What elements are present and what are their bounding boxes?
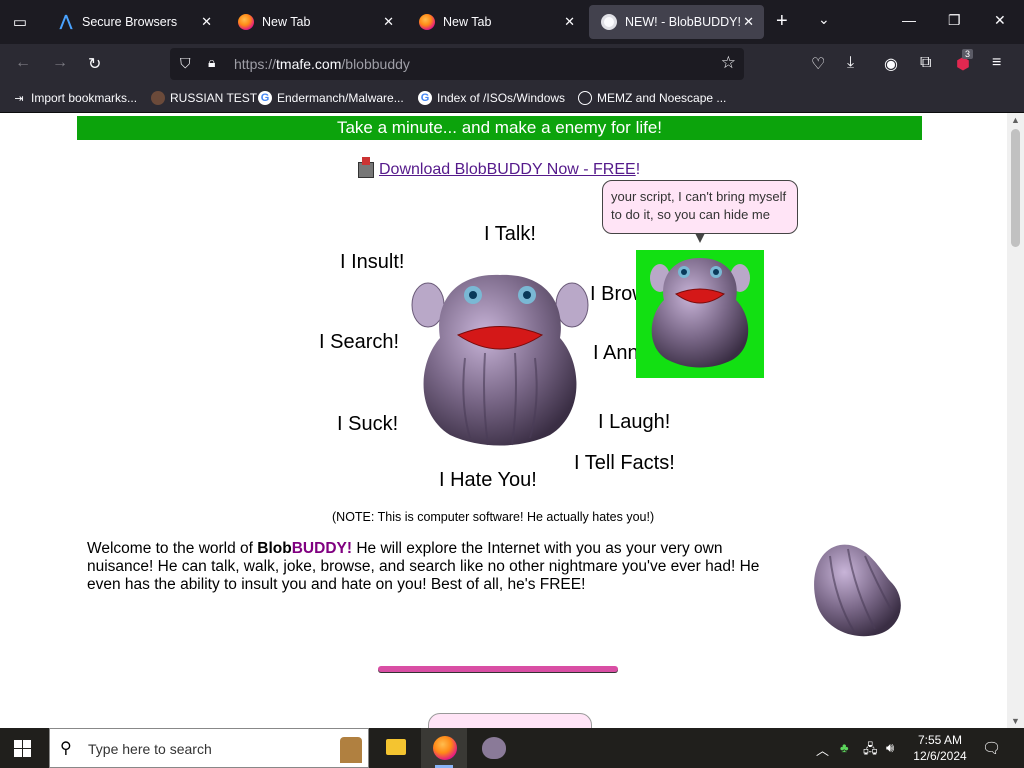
download-disk-icon xyxy=(358,157,374,178)
vertical-scrollbar[interactable]: ▲ ▼ xyxy=(1007,113,1024,728)
blob-body-image xyxy=(814,544,901,637)
firefox-app[interactable] xyxy=(421,728,467,768)
secure-browsers-icon: ⋀ xyxy=(59,13,73,30)
tab-bar: ▭ ⋀ Secure Browsers ✕ New Tab ✕ New Tab … xyxy=(0,0,1024,44)
feature-search: I Search! xyxy=(319,331,400,353)
account-icon[interactable]: ◉ xyxy=(884,54,898,74)
tray-app-icon[interactable]: ♣ xyxy=(840,740,849,755)
network-icon[interactable]: 🖧︎ xyxy=(863,740,878,762)
close-icon[interactable]: ✕ xyxy=(564,14,575,30)
scroll-thumb[interactable] xyxy=(1011,129,1020,247)
windows-start-icon[interactable] xyxy=(14,740,31,757)
minimize-icon[interactable]: — xyxy=(902,12,916,28)
url-bar[interactable]: ⛉ 🔒︎ https://tmafe.com/blobbuddy ☆ xyxy=(170,48,744,80)
tray-chevron-up-icon[interactable]: ︿ xyxy=(816,740,829,759)
firefox-icon xyxy=(419,14,435,30)
blobbuddy-icon xyxy=(482,737,506,759)
blobbuddy-app[interactable] xyxy=(470,728,516,768)
bookmark-star-icon[interactable]: ☆ xyxy=(721,53,736,73)
page-viewport: Take a minute... and make a enemy for li… xyxy=(0,113,1024,728)
tracking-shield-icon[interactable]: ⛉ xyxy=(180,55,191,72)
download-link[interactable]: Download BlobBUDDY Now - FREE! xyxy=(358,157,640,179)
welcome-paragraph: Welcome to the world of BlobBUDDY! He wi… xyxy=(87,540,760,593)
firefox-icon xyxy=(238,14,254,30)
taskbar-clock[interactable]: 7:55 AM 12/6/2024 xyxy=(912,732,968,764)
firefox-icon xyxy=(433,736,457,760)
feature-suck: I Suck! xyxy=(337,413,399,435)
extension-badge: 3 xyxy=(962,49,974,59)
blobbuddy-character-image xyxy=(411,274,589,446)
hamburger-menu-icon[interactable]: ≡ xyxy=(992,54,1001,72)
bookmark-endermanch[interactable]: G Endermanch/Malware... xyxy=(258,91,404,105)
feature-laugh: I Laugh! xyxy=(598,411,671,433)
import-icon: ⇥ xyxy=(14,92,24,105)
globe-icon xyxy=(578,91,592,105)
restore-icon[interactable]: ❐ xyxy=(948,12,961,29)
tab-blobbuddy[interactable]: NEW! - BlobBUDDY! ✕ xyxy=(589,5,764,39)
tab-title: New Tab xyxy=(443,15,492,29)
extensions-icon[interactable]: ⧉ xyxy=(920,54,931,72)
tab-title: Secure Browsers xyxy=(82,15,178,29)
taskbar-search-box[interactable]: ⚲ Type here to search xyxy=(49,728,369,768)
tab-title: NEW! - BlobBUDDY! xyxy=(625,15,741,29)
scroll-up-icon[interactable]: ▲ xyxy=(1011,115,1020,125)
download-icon[interactable]: ⤓ xyxy=(847,54,854,72)
bookmarks-bar: ⇥ Import bookmarks... RUSSIAN TEST G End… xyxy=(0,84,1024,113)
note-text: (NOTE: This is computer software! He act… xyxy=(332,510,655,524)
close-icon[interactable]: ✕ xyxy=(383,14,394,30)
russian-test-icon xyxy=(151,91,165,105)
pink-pill-box xyxy=(428,713,592,728)
close-icon[interactable]: ✕ xyxy=(743,14,754,30)
url-text[interactable]: https://tmafe.com/blobbuddy xyxy=(234,56,410,72)
firefox-view-icon[interactable]: ▭ xyxy=(8,10,32,34)
search-placeholder: Type here to search xyxy=(88,741,212,757)
bookmark-russian-test[interactable]: RUSSIAN TEST xyxy=(151,91,257,105)
blobbuddy-icon xyxy=(601,14,617,30)
close-icon[interactable]: ✕ xyxy=(201,14,212,30)
scroll-down-icon[interactable]: ▼ xyxy=(1011,716,1020,726)
feature-insult: I Insult! xyxy=(340,251,405,273)
feature-facts: I Tell Facts! xyxy=(574,452,675,474)
feature-hate: I Hate You! xyxy=(439,469,537,491)
blobbuddy-mini-image xyxy=(636,250,764,378)
pocket-icon[interactable]: ♡ xyxy=(811,54,825,74)
feature-talk: I Talk! xyxy=(484,223,536,245)
chevron-down-icon[interactable]: ⌄ xyxy=(818,11,830,28)
bookmark-import[interactable]: ⇥ Import bookmarks... xyxy=(12,91,137,105)
tab-secure-browsers[interactable]: ⋀ Secure Browsers ✕ xyxy=(46,5,222,39)
folder-icon xyxy=(386,739,406,755)
lock-icon[interactable]: 🔒︎ xyxy=(208,54,215,71)
notification-icon[interactable]: 🗨︎ xyxy=(982,739,1001,757)
tab-title: New Tab xyxy=(262,15,311,29)
bookmark-memz[interactable]: MEMZ and Noescape ... xyxy=(578,91,726,105)
tab-new-tab-2[interactable]: New Tab ✕ xyxy=(407,5,585,39)
taskbar: ⚲ Type here to search ︿ ♣ 🖧︎ 🔊︎ 7:55 AM … xyxy=(0,728,1024,768)
forward-arrow-icon[interactable]: → xyxy=(52,54,68,72)
reload-icon[interactable]: ↻ xyxy=(88,54,101,74)
divider-bar xyxy=(378,666,618,672)
new-tab-plus-icon[interactable]: + xyxy=(776,11,788,31)
download-link-text[interactable]: Download BlobBUDDY Now - FREE xyxy=(379,161,636,179)
tab-new-tab-1[interactable]: New Tab ✕ xyxy=(226,5,404,39)
bookmark-isos[interactable]: G Index of /ISOs/Windows xyxy=(418,91,565,105)
nav-bar: ← → ↻ ⛉ 🔒︎ https://tmafe.com/blobbuddy ☆… xyxy=(0,44,1024,84)
back-arrow-icon[interactable]: ← xyxy=(15,54,31,72)
volume-icon[interactable]: 🔊︎ xyxy=(886,740,894,756)
google-icon: G xyxy=(418,91,432,105)
file-explorer-app[interactable] xyxy=(372,728,418,768)
search-highlight-icon xyxy=(340,737,362,763)
speech-bubble: your script, I can't bring myself to do … xyxy=(602,180,798,243)
google-icon: G xyxy=(258,91,272,105)
banner: Take a minute... and make a enemy for li… xyxy=(77,116,922,140)
window-close-icon[interactable]: ✕ xyxy=(994,12,1006,29)
search-icon: ⚲ xyxy=(60,740,72,757)
